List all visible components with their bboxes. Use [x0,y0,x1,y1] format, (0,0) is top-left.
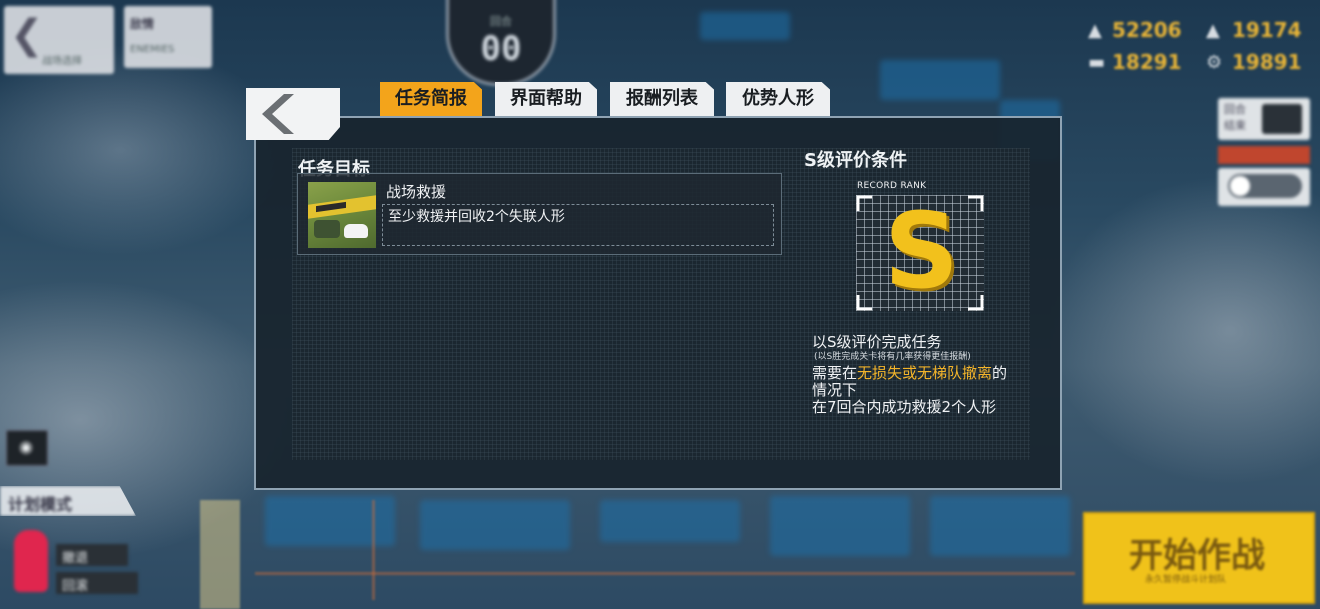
start-combat-button[interactable]: 开始作战 永久暂停战斗计划队 [1083,512,1315,604]
tab-ui-help[interactable]: 界面帮助 [495,82,597,116]
mission-thumbnail [308,182,376,248]
start-combat-sub: 永久暂停战斗计划队 [1145,575,1227,585]
dialog-back-button[interactable] [246,88,340,140]
turn-value: 00 [480,29,522,69]
condition-highlight: 无损失或无梯队撤离 [857,364,993,382]
parts-icon: ⚙ [1206,52,1223,73]
eye-toggle-button[interactable]: ◉ [6,430,48,466]
map-block [265,496,395,546]
start-combat-label: 开始作战 [1129,536,1265,576]
resource-parts: 19891 [1232,50,1302,74]
condition-line-2: 情况下 [812,381,858,399]
s-rank-title: S级评价条件 [804,150,907,171]
eye-icon: ◉ [19,437,33,456]
retreat-button[interactable]: 撤退 [56,544,128,566]
rollback-label: 回滚 [62,579,89,594]
resource-manpower: 52206 [1112,18,1182,42]
tab-rewards[interactable]: 报酬列表 [610,82,714,116]
condition-line-3: 在7回合内成功救援2个人形 [812,398,997,416]
condition-line-1-post: 的 [992,364,1008,382]
toggle-knob [1230,176,1250,196]
rank-letter: S [884,190,959,312]
end-turn-panel[interactable]: 回合 结束 [1218,98,1310,140]
end-turn-label-2: 结束 [1224,119,1246,132]
mission-name: 战场救援 [386,183,447,201]
map-path [372,500,375,600]
tab-bonus-dolls[interactable]: 优势人形 [726,82,830,116]
ration-icon: ▬ [1088,52,1106,73]
handshake-icon [344,224,368,238]
ammo-icon: ▲ [1206,20,1220,41]
condition-line-1-pre: 需要在 [812,364,858,382]
enemy-info-sub: ENEMIES [130,44,175,55]
tab-briefing[interactable]: 任务简报 [380,82,482,116]
warning-strip [1218,146,1310,164]
map-path [255,572,1075,575]
rollback-button[interactable]: 回滚 [56,572,138,594]
resource-ammo: 19174 [1232,18,1302,42]
retreat-label: 撤退 [62,551,89,566]
map-block [700,12,790,40]
map-block [770,496,910,556]
plan-mode-label: 计划模式 [8,495,73,514]
map-block [930,496,1070,556]
map-block [420,500,570,550]
tank-icon [314,220,340,238]
map-block [880,60,1000,100]
turn-label: 回合 [490,15,512,28]
end-turn-icon [1262,104,1302,134]
fairy-icon[interactable] [14,530,48,592]
manpower-icon: ▲ [1088,20,1102,41]
map-path [200,500,240,609]
chevron-left-icon [262,94,294,134]
auto-toggle[interactable] [1218,168,1310,206]
rank-badge: S [856,190,984,312]
plan-mode-button[interactable]: 计划模式 [0,486,136,516]
return-label: 战场选择 [42,56,82,67]
enemy-info-button[interactable]: 敌情 ENEMIES [124,6,212,68]
condition-line-1: 需要在无损失或无梯队撤离的 [812,364,1007,382]
end-turn-label-1: 回合 [1224,103,1246,116]
mission-desc: 至少救援并回收2个失联人形 [388,209,565,225]
enemy-info-label: 敌情 [130,17,155,31]
resource-ration: 18291 [1112,50,1182,74]
condition-note: (以S胜完成关卡将有几率获得更佳报酬) [814,352,971,362]
back-arrow-icon: ❮ [10,12,44,58]
turn-counter: 回合 00 [446,0,556,86]
return-button[interactable]: ❮ 战场选择 [4,6,114,74]
map-block [600,500,740,542]
